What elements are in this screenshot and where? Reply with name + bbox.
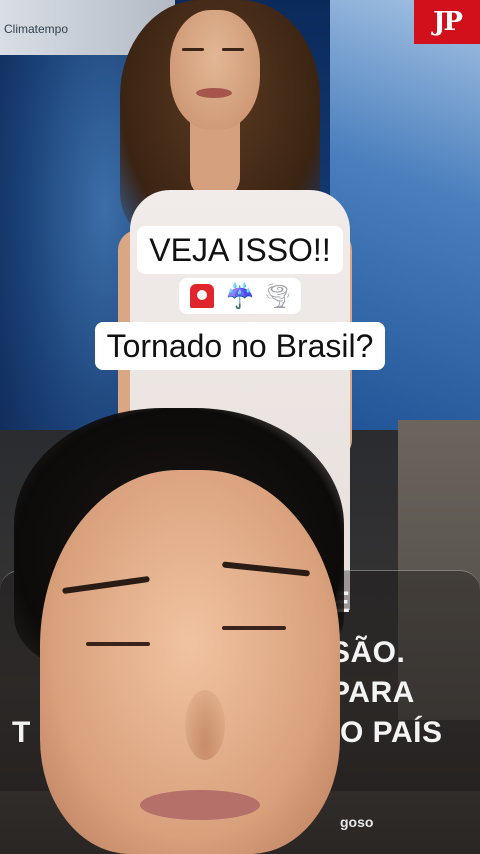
presenter-mouth — [196, 88, 232, 98]
lower-third-text-c: PARA — [330, 676, 415, 709]
caption-text-2: Tornado no Brasil? — [94, 322, 386, 370]
lower-third-credit: goso — [340, 814, 374, 830]
presenter-face — [170, 10, 260, 130]
logo-text: JP — [433, 7, 463, 37]
presenter-eye-right — [222, 48, 244, 51]
channel-label: Climatempo — [4, 22, 69, 36]
umbrella-rain-icon: ☔ — [225, 282, 255, 310]
user-eye-left — [86, 642, 150, 646]
siren-icon — [187, 281, 217, 311]
user-nose — [185, 690, 225, 760]
user-eye-right — [222, 626, 286, 630]
caption-line-2: Tornado no Brasil? — [0, 322, 480, 370]
emoji-strip: ☔ 🌪 — [179, 278, 301, 314]
caption-line-1: VEJA ISSO!! — [0, 226, 480, 274]
lower-third-text-d-right: O PAÍS — [340, 716, 443, 749]
user-mouth — [140, 790, 260, 820]
channel-logo: JP — [414, 0, 480, 44]
presenter-neck — [190, 118, 240, 198]
tornado-icon: 🌪 — [262, 282, 294, 310]
caption-text-1: VEJA ISSO!! — [137, 226, 343, 274]
presenter-eye-left — [182, 48, 204, 51]
caption-emoji-row: ☔ 🌪 — [0, 278, 480, 314]
lower-third-text-d-left: T — [12, 716, 31, 749]
lower-third-text-b: SÃO. — [330, 636, 406, 669]
